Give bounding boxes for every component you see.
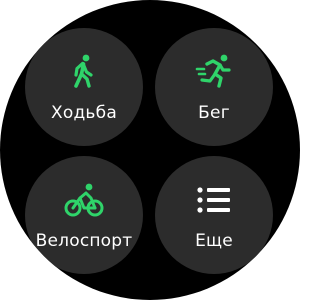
walking-label: Ходьба bbox=[51, 103, 117, 123]
more-label: Еще bbox=[195, 231, 233, 251]
running-icon bbox=[193, 51, 235, 93]
workout-walking-button[interactable]: Ходьба bbox=[25, 28, 143, 146]
more-list-icon bbox=[193, 179, 235, 221]
cycling-label: Велоспорт bbox=[35, 231, 133, 251]
workout-cycling-button[interactable]: Велоспорт bbox=[25, 156, 143, 274]
watch-screen: Ходьба Бег Велоспорт Еще bbox=[0, 0, 300, 300]
cycling-icon bbox=[63, 179, 105, 221]
workout-running-button[interactable]: Бег bbox=[155, 28, 273, 146]
walking-icon bbox=[63, 51, 105, 93]
running-label: Бег bbox=[198, 103, 230, 123]
workout-more-button[interactable]: Еще bbox=[155, 156, 273, 274]
